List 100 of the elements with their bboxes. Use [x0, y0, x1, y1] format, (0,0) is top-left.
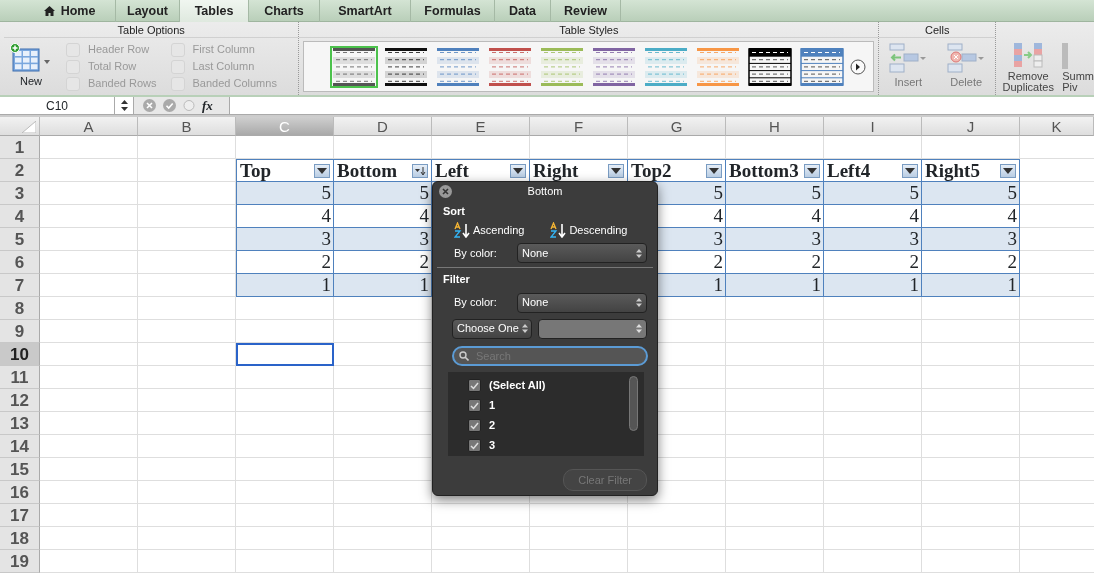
table-cell: 1	[236, 274, 334, 297]
ribbon-tab[interactable]: Tables	[180, 0, 249, 22]
row-header[interactable]: 12	[0, 389, 40, 412]
filter-button[interactable]	[314, 163, 330, 178]
stepper-icon[interactable]	[120, 100, 128, 111]
column-header[interactable]: D	[334, 117, 432, 136]
value-select[interactable]	[538, 318, 647, 339]
color-select[interactable]: None	[517, 243, 647, 263]
next-icon[interactable]	[850, 58, 867, 75]
filter-button[interactable]	[902, 163, 918, 178]
column-header[interactable]: J	[922, 117, 1020, 136]
stepper-icon	[636, 248, 642, 258]
filter-button[interactable]	[510, 163, 526, 178]
filter-button[interactable]	[1000, 163, 1016, 178]
column-header[interactable]: H	[726, 117, 824, 136]
ascending-button[interactable]: Ascending	[454, 221, 525, 238]
group-title: Table Options	[4, 22, 299, 38]
scrollbar[interactable]	[629, 375, 638, 431]
dropdown-arrow-icon	[513, 167, 523, 174]
dropdown-arrow-icon	[1003, 167, 1013, 174]
checkbox-label: Total Row	[88, 59, 137, 75]
table-cell: 4	[334, 205, 432, 228]
table-style-swatch[interactable]	[488, 47, 533, 86]
table-style-swatch[interactable]	[696, 47, 741, 86]
dropdown-arrow-icon	[317, 167, 327, 174]
stepper-icon	[636, 324, 642, 333]
close-icon[interactable]	[439, 185, 452, 198]
condition-select[interactable]: Choose One	[452, 318, 532, 339]
color-select[interactable]: None	[517, 292, 647, 313]
name-box[interactable]: C10	[0, 97, 115, 114]
row-header[interactable]: 4	[0, 205, 40, 228]
column-header[interactable]: E	[432, 117, 530, 136]
option-label: 1	[489, 398, 496, 414]
active-cell[interactable]	[236, 343, 334, 366]
row-header[interactable]: 15	[0, 458, 40, 481]
table-style-swatch[interactable]	[332, 47, 377, 86]
table-cell: 4	[236, 205, 334, 228]
table-style-swatch[interactable]	[748, 47, 793, 86]
sort-filter-button[interactable]	[412, 163, 428, 178]
row-header[interactable]: 16	[0, 481, 40, 504]
row-header[interactable]: 6	[0, 251, 40, 274]
table-style-swatch[interactable]	[384, 47, 429, 86]
row-header[interactable]: 1	[0, 136, 40, 159]
row-header[interactable]: 10	[0, 343, 40, 366]
column-header[interactable]: K	[1020, 117, 1094, 136]
descending-button[interactable]: Descending	[550, 221, 628, 238]
table-style-swatch[interactable]	[644, 47, 689, 86]
row-header[interactable]: 14	[0, 435, 40, 458]
row-header[interactable]: 7	[0, 274, 40, 297]
sort-descending-icon	[550, 221, 567, 238]
filter-button[interactable]	[608, 163, 624, 178]
checkbox[interactable]	[468, 399, 481, 412]
table-cell: 1	[726, 274, 824, 297]
checkmark-icon	[470, 441, 479, 450]
table-cell: 1	[922, 274, 1020, 297]
checkbox[interactable]	[468, 379, 481, 392]
home-icon	[43, 6, 55, 16]
column-header[interactable]: G	[628, 117, 726, 136]
checkmark-icon	[470, 401, 479, 410]
row-header[interactable]: 19	[0, 550, 40, 573]
group-title: Cells	[879, 22, 996, 38]
column-header[interactable]: I	[824, 117, 922, 136]
table-style-swatch[interactable]	[540, 47, 585, 86]
checkbox[interactable]	[468, 419, 481, 432]
checkbox[interactable]	[468, 439, 481, 452]
column-header[interactable]: B	[138, 117, 236, 136]
column-heading: Left	[435, 159, 469, 182]
delete-cells-icon	[946, 42, 987, 75]
row-header[interactable]: 3	[0, 182, 40, 205]
pivot-button[interactable]: Summ Piv	[1062, 40, 1094, 93]
filter-button[interactable]	[706, 163, 722, 178]
row-header[interactable]: 5	[0, 228, 40, 251]
table-style-swatch[interactable]	[592, 47, 637, 86]
table-style-swatch[interactable]	[436, 47, 481, 86]
table-cell: 3	[236, 228, 334, 251]
sort-ascending-icon	[454, 221, 470, 238]
cancel-icon[interactable]	[143, 99, 156, 112]
row-header[interactable]: 8	[0, 297, 40, 320]
row-header[interactable]: 2	[0, 159, 40, 182]
column-header[interactable]: F	[530, 117, 628, 136]
table-cell: 5	[922, 182, 1020, 205]
filter-button[interactable]	[804, 163, 820, 178]
insert-cells-icon	[888, 42, 929, 75]
checkbox-label: First Column	[192, 42, 255, 58]
table-style-swatch[interactable]	[800, 47, 845, 86]
row-header[interactable]: 9	[0, 320, 40, 343]
row-header[interactable]: 11	[0, 366, 40, 389]
row-header[interactable]: 18	[0, 527, 40, 550]
row-header[interactable]: 17	[0, 504, 40, 527]
row-header[interactable]: 13	[0, 412, 40, 435]
table-cell: 3	[824, 228, 922, 251]
section-label: Filter	[443, 272, 471, 287]
popup-title: Bottom	[527, 183, 563, 199]
insert-function-button[interactable]: fx	[202, 95, 213, 116]
column-header[interactable]: A	[40, 117, 138, 136]
column-heading: Right	[533, 159, 579, 182]
stepper-icon	[521, 324, 528, 333]
table-cell: 2	[922, 251, 1020, 274]
remove-duplicates-button[interactable]: Remove Duplicates	[1002, 40, 1055, 93]
option-label: (Select All)	[489, 378, 546, 394]
